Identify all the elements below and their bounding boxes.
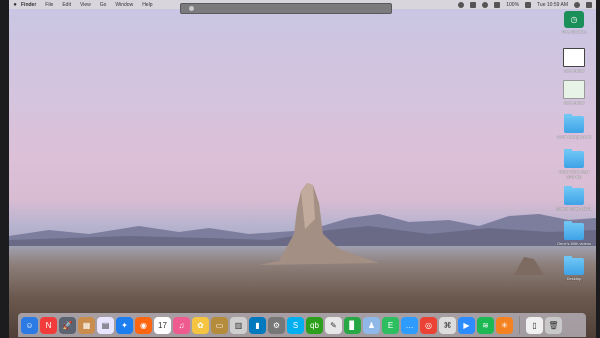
small-rock [514,257,544,275]
desktop-icon[interactable]: Gene's 80th videos [554,221,594,246]
time-machine-icon: ◷ [564,11,584,28]
dock-calendar-icon[interactable]: ▤ [97,316,114,334]
search-icon[interactable] [574,1,580,8]
menu-file[interactable]: File [45,2,53,8]
menu-window[interactable]: Window [115,2,133,8]
floating-toolbar[interactable] [180,3,392,14]
dock-messages-icon[interactable]: … [401,316,418,334]
dock-quickbooks-icon[interactable]: qb [306,316,323,334]
dock-safari-icon[interactable]: ✦ [116,316,133,334]
dock-document-icon[interactable]: ▯ [526,316,543,334]
document-green-icon [563,80,585,99]
desktop-icon[interactable]: Zoom backgrounds [554,114,594,139]
desktop-icon[interactable]: Sharon Shaw MKAL [554,186,594,211]
desktop-icon-label: Screenshot [563,68,585,73]
folder-icon [564,149,584,168]
dock-trello-icon[interactable]: ▮ [249,316,266,334]
menu-finder[interactable]: Finder [21,2,36,8]
folder-icon [564,114,584,133]
dock-firefox-icon[interactable]: ◉ [135,316,152,334]
dock-family-icon[interactable]: ♟ [363,316,380,334]
dock-separator [519,316,520,334]
window-frame-left [0,0,9,338]
dock-chrome-icon[interactable]: ◎ [420,316,437,334]
dock-news-icon[interactable]: N [40,316,57,334]
dock-calendar-icon[interactable]: 17 [154,316,171,334]
dock-launchpad-icon[interactable]: 🚀 [59,316,76,334]
apple-menu-icon[interactable]: ● [9,2,21,8]
desktop-icon[interactable]: Screenshot [554,80,594,105]
folder-icon [564,186,584,205]
menu-view[interactable]: View [80,2,91,8]
dock-skype-icon[interactable]: S [287,316,304,334]
dock-textedit-icon[interactable]: ✎ [325,316,342,334]
dock-preview-icon[interactable]: ▦ [78,316,95,334]
dock-system-preferences-icon[interactable]: ⚙ [268,316,285,334]
dock-numbers-icon[interactable]: ▊ [344,316,361,334]
wifi-icon[interactable] [482,1,489,8]
status-icon-2[interactable] [470,1,477,8]
desktop-icon[interactable]: ◷ Time Machine [554,11,594,34]
window-frame-right [596,0,600,338]
menu-help[interactable]: Help [142,2,152,8]
desktop-icon-label: Gene's 80th videos [556,241,592,246]
folder-icon [564,221,584,240]
desktop-icon-label: Walla Walla Sept 2020 trip [558,169,590,179]
dock-preview-icon[interactable]: ▥ [230,316,247,334]
dock-spotify-icon[interactable]: ≋ [477,316,494,334]
dock-trash-icon[interactable]: 🗑 [545,316,562,334]
desktop-icon[interactable]: Desktop [554,256,594,281]
dock-screenshot-icon[interactable]: ⌘ [439,316,456,334]
volume-icon[interactable] [494,1,501,8]
dock-music-icon[interactable]: ♫ [173,316,190,334]
menu-edit[interactable]: Edit [62,2,71,8]
desktop-icon-label: Screenshot [563,100,585,105]
document-icon [563,48,585,67]
dock-notes-icon[interactable]: ▭ [211,316,228,334]
dock-evernote-icon[interactable]: E [382,316,399,334]
battery-icon[interactable] [525,1,532,8]
dock-starburst-icon[interactable]: ✳ [496,316,513,334]
control-center-icon[interactable] [586,1,592,8]
desktop-wallpaper [9,9,596,338]
dock-finder-icon[interactable]: ☺ [21,316,38,334]
battery-percent[interactable]: 100% [506,2,519,8]
rock-spire [259,183,379,265]
desktop-icon-label: Time Machine [561,29,587,34]
desktop-icon[interactable]: Screenshot [554,48,594,73]
desktop-icon-label: Sharon Shaw MKAL [555,206,593,211]
dock: ☺ N 🚀 ▦ ▤ ✦ ◉ 17 ♫ ✿ ▭ ▥ ▮ ⚙ Sqb ✎ ▊ ♟ E… ◎ ⌘ ▶ ≋ ✳ ▯ 🗑 [18,313,586,337]
desktop-icon[interactable]: Walla Walla Sept 2020 trip [554,149,594,179]
menu-go[interactable]: Go [100,2,107,8]
folder-icon [564,256,584,275]
status-icon-1[interactable] [458,1,465,8]
dock-zoom-icon[interactable]: ▶ [458,316,475,334]
menu-clock[interactable]: Tue 10:59 AM [537,2,568,8]
desktop-icon-label: Desktop [566,276,582,281]
toolbar-dot-icon [189,6,194,11]
desktop-icon-label: Zoom backgrounds [556,134,592,139]
dock-photos-icon[interactable]: ✿ [192,316,209,334]
